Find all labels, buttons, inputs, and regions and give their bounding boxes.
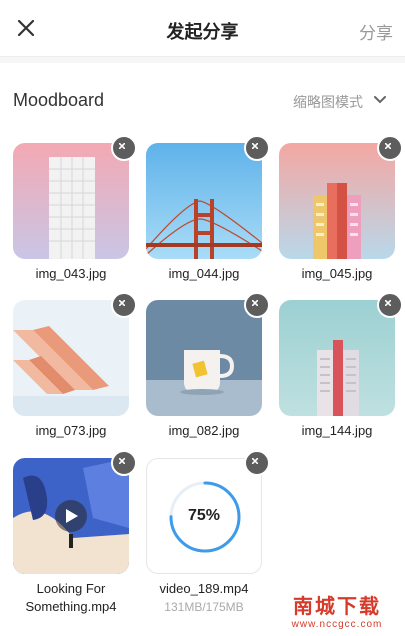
view-mode-selector[interactable]: 缩略图模式 — [293, 92, 363, 112]
image-thumbnail[interactable] — [13, 300, 129, 416]
image-thumbnail[interactable] — [13, 143, 129, 259]
image-thumbnail[interactable] — [146, 143, 262, 259]
remove-button[interactable] — [377, 292, 403, 318]
remove-button[interactable] — [244, 135, 270, 161]
close-icon — [252, 458, 258, 464]
remove-button[interactable] — [111, 450, 137, 476]
close-icon — [385, 143, 391, 149]
file-name: img_082.jpg — [168, 423, 240, 438]
close-icon — [252, 300, 258, 306]
section-header: Moodboard 缩略图模式 — [0, 64, 405, 130]
close-icon — [119, 300, 125, 306]
close-icon — [385, 300, 391, 306]
upload-progress-card: 75% — [146, 458, 262, 574]
file-size: 131MB/175MB — [164, 600, 244, 614]
video-thumbnail[interactable] — [13, 458, 129, 574]
file-name: Looking For Something.mp4 — [25, 581, 117, 614]
watermark-title: 南城下载 — [293, 594, 381, 618]
share-button[interactable]: 分享 — [359, 19, 393, 44]
play-button[interactable] — [55, 500, 87, 532]
file-name: video_189.mp4 — [159, 581, 249, 596]
section-title: Moodboard — [13, 90, 105, 110]
file-name: img_144.jpg — [301, 423, 373, 438]
remove-button[interactable] — [244, 292, 270, 318]
image-thumbnail[interactable] — [279, 300, 395, 416]
remove-button[interactable] — [244, 450, 270, 476]
file-info: video_189.mp4 131MB/175MB — [136, 580, 272, 616]
close-icon — [119, 458, 125, 464]
close-icon — [252, 143, 258, 149]
divider — [0, 57, 405, 63]
image-thumbnail[interactable] — [279, 143, 395, 259]
watermark-url: www.nccgcc.com — [291, 619, 383, 630]
remove-button[interactable] — [111, 135, 137, 161]
play-icon — [66, 509, 78, 523]
chevron-down-icon[interactable] — [373, 94, 387, 106]
progress-percent: 75% — [187, 507, 221, 524]
file-name: img_073.jpg — [35, 423, 107, 438]
page-title: 发起分享 — [166, 22, 239, 42]
close-icon — [119, 143, 125, 149]
file-name: img_045.jpg — [301, 266, 373, 281]
remove-button[interactable] — [377, 135, 403, 161]
top-bar: 发起分享 分享 — [0, 0, 405, 57]
image-thumbnail[interactable] — [146, 300, 262, 416]
file-name: img_043.jpg — [35, 266, 107, 281]
watermark-logo: 南城下载 www.nccgcc.com — [279, 590, 395, 630]
remove-button[interactable] — [111, 292, 137, 318]
file-name: img_044.jpg — [168, 266, 240, 281]
